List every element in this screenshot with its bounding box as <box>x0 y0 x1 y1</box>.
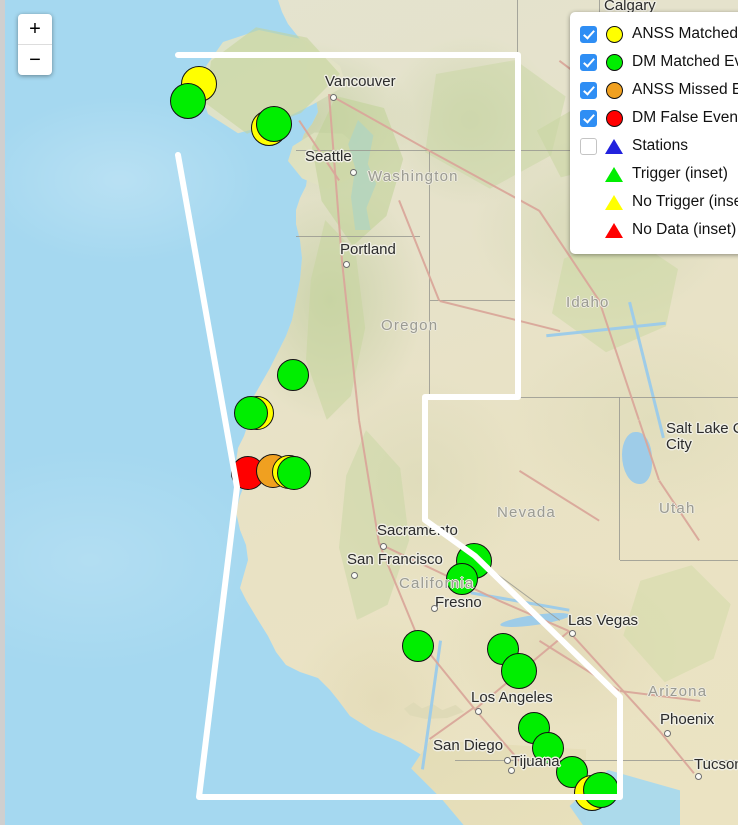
map-label-arizona: Arizona <box>648 683 708 700</box>
zoom-out-button[interactable]: − <box>18 45 52 75</box>
map-label-nevada: Nevada <box>497 504 556 521</box>
legend-label: No Data (inset) <box>632 221 737 238</box>
city-marker-dot <box>350 169 357 176</box>
event-marker-dm-matched[interactable] <box>256 106 292 142</box>
legend-label: DM Matched Events <box>632 53 738 70</box>
legend-row-trigger-inset: Trigger (inset) <box>580 160 738 188</box>
event-marker-dm-matched[interactable] <box>501 653 537 689</box>
map-label-phoenix: Phoenix <box>660 711 715 728</box>
map-label-fresno: Fresno <box>435 594 482 611</box>
map-label-utah: Utah <box>659 500 696 517</box>
state-border <box>516 0 518 55</box>
city-marker-dot <box>569 630 576 637</box>
legend-checkbox-placeholder <box>580 222 597 239</box>
city-marker-dot <box>664 730 671 737</box>
state-border <box>423 397 425 520</box>
map-label-vancouver: Vancouver <box>325 73 396 90</box>
map-canvas[interactable]: Calgary Vancouver Seattle Washington Portlan… <box>0 0 738 825</box>
legend-row-anss-matched[interactable]: ANSS Matched <box>580 20 738 48</box>
legend-label: No Trigger (inset) <box>632 193 738 210</box>
legend-panel[interactable]: ANSS Matched DM Matched Events ANSS Missed… <box>570 12 738 254</box>
legend-triangle-icon <box>603 222 625 238</box>
event-marker-dm-matched[interactable] <box>583 772 619 808</box>
map-label-los-angeles: Los Angeles <box>471 689 553 706</box>
left-edge-strip <box>0 0 5 825</box>
legend-row-dm-false-events[interactable]: DM False Events <box>580 104 738 132</box>
legend-circle-icon <box>603 25 625 43</box>
city-marker-dot <box>504 757 511 764</box>
map-label-city: City <box>666 436 692 453</box>
legend-row-no-trigger-inset: No Trigger (inset) <box>580 188 738 216</box>
legend-checkbox-anss-missed-events[interactable] <box>580 81 597 99</box>
legend-checkbox-anss-matched[interactable] <box>580 25 597 43</box>
map-label-portland: Portland <box>340 241 396 258</box>
city-marker-dot <box>343 261 350 268</box>
legend-checkbox-dm-false-events[interactable] <box>580 109 597 127</box>
state-border <box>296 236 420 238</box>
state-border <box>618 397 620 560</box>
zoom-control[interactable]: + − <box>18 14 52 75</box>
map-label-washington: Washington <box>368 168 459 185</box>
legend-row-anss-missed-events[interactable]: ANSS Missed Events <box>580 76 738 104</box>
great-salt-lake <box>622 432 652 484</box>
map-label-san-francisco: San Francisco <box>347 551 443 568</box>
legend-row-dm-matched-events[interactable]: DM Matched Events <box>580 48 738 76</box>
map-label-tijuana: Tijuana <box>511 753 560 770</box>
legend-label: ANSS Missed Events <box>632 81 738 98</box>
legend-circle-icon <box>603 53 625 71</box>
map-label-sacramento: Sacramento <box>377 522 458 539</box>
legend-checkbox-dm-matched-events[interactable] <box>580 53 597 71</box>
city-marker-dot <box>695 773 702 780</box>
event-marker-dm-matched[interactable] <box>234 396 268 430</box>
legend-circle-icon <box>603 81 625 99</box>
legend-checkbox-placeholder <box>580 194 597 211</box>
legend-triangle-icon <box>603 194 625 210</box>
legend-label: DM False Events <box>632 109 738 126</box>
legend-label: ANSS Matched <box>632 25 738 42</box>
legend-triangle-icon <box>603 138 625 154</box>
event-marker-dm-matched[interactable] <box>277 456 311 490</box>
map-label-oregon: Oregon <box>381 317 439 334</box>
zoom-in-button[interactable]: + <box>18 14 52 45</box>
legend-row-no-data-inset: No Data (inset) <box>580 216 738 244</box>
legend-checkbox-placeholder <box>580 166 597 183</box>
state-border <box>620 560 738 562</box>
map-label-idaho: Idaho <box>566 294 610 311</box>
legend-label: Stations <box>632 137 689 154</box>
city-marker-dot <box>330 94 337 101</box>
city-marker-dot <box>508 767 515 774</box>
legend-checkbox-stations[interactable] <box>580 137 597 155</box>
legend-triangle-icon <box>603 166 625 182</box>
legend-label: Trigger (inset) <box>632 165 728 182</box>
city-marker-dot <box>431 605 438 612</box>
city-marker-dot <box>475 708 482 715</box>
state-border <box>518 397 738 399</box>
map-label-san-diego: San Diego <box>433 737 504 754</box>
event-marker-dm-matched[interactable] <box>170 83 206 119</box>
map-label-las-vegas: Las Vegas <box>568 612 639 629</box>
map-label-tucson: Tucson <box>694 756 738 773</box>
event-marker-dm-matched[interactable] <box>277 359 309 391</box>
legend-row-stations[interactable]: Stations <box>580 132 738 160</box>
map-label-california: California <box>399 575 475 592</box>
city-marker-dot <box>351 572 358 579</box>
city-marker-dot <box>380 543 387 550</box>
map-label-salt-lake-city: Salt Lake City <box>666 420 738 437</box>
map-label-seattle: Seattle <box>305 148 352 165</box>
event-marker-dm-matched[interactable] <box>402 630 434 662</box>
legend-circle-icon <box>603 109 625 127</box>
